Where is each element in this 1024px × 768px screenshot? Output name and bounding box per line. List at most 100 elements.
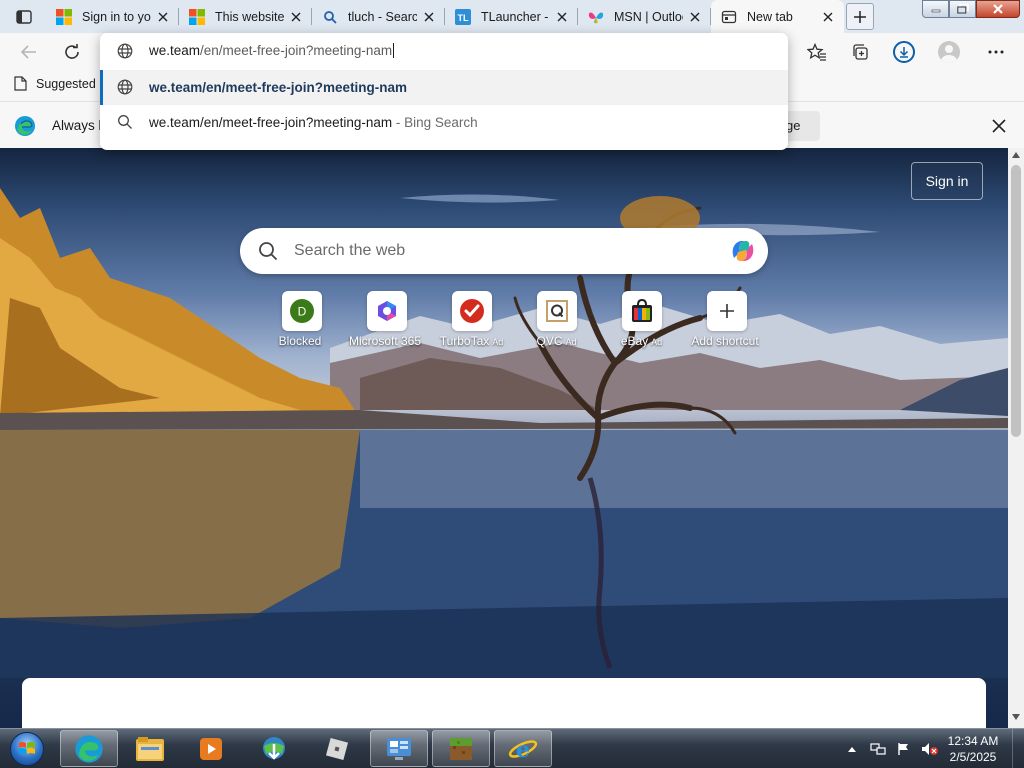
shortcut-label: Microsoft 365: [348, 334, 422, 348]
downloads-button[interactable]: [889, 38, 919, 66]
new-tab-page: Sign in D Blocked Microsoft 365 TurboTax…: [0, 148, 1008, 728]
taskbar-edge[interactable]: [60, 730, 118, 767]
settings-and-more-button[interactable]: [981, 38, 1011, 66]
search-icon: [116, 113, 134, 131]
tab-msn[interactable]: MSN | Outlook: [578, 0, 711, 33]
avatar: [938, 41, 960, 63]
msn-butterfly-icon: [588, 9, 604, 25]
back-button[interactable]: [14, 38, 44, 66]
blocked-d-icon: D: [281, 291, 322, 331]
tab-tlauncher[interactable]: TL TLauncher -: [445, 0, 578, 33]
web-search-box[interactable]: [240, 228, 768, 274]
search-input[interactable]: [294, 240, 694, 262]
suggestion-text: we.team/en/meet-free-join?meeting-nam: [149, 80, 408, 95]
address-path: /en/meet-free-join?meeting-nam: [200, 43, 393, 58]
shortcut-label: QVC Ad: [536, 334, 577, 348]
info-bar-message: Always b: [52, 118, 107, 133]
start-button[interactable]: [2, 729, 52, 768]
scroll-up-icon[interactable]: [1012, 152, 1020, 158]
close-tab-icon[interactable]: [288, 9, 304, 25]
clock-date: 2/5/2025: [949, 750, 997, 764]
control-panel-icon: [387, 737, 411, 760]
tab-actions-menu-button[interactable]: [10, 7, 38, 27]
shortcut-label: TurboTax Ad: [439, 334, 504, 348]
taskbar: e 12:34 AM 2/5/2025: [0, 728, 1024, 768]
refresh-icon: [65, 44, 79, 59]
tab-sign-in[interactable]: Sign in to your account: [46, 0, 179, 33]
svg-text:TL: TL: [458, 13, 469, 23]
taskbar-media-player[interactable]: [182, 730, 240, 767]
action-center-flag-icon[interactable]: [892, 737, 916, 761]
globe-icon: [116, 78, 134, 96]
favorite-suggested-sites[interactable]: Suggested: [14, 76, 96, 91]
scroll-thumb[interactable]: [1011, 165, 1021, 437]
sign-in-button[interactable]: Sign in: [911, 162, 983, 200]
address-bar[interactable]: we.team/en/meet-free-join?meeting-nam: [100, 33, 788, 70]
search-icon: [322, 9, 338, 25]
collections-icon: [853, 44, 868, 60]
close-info-bar-button[interactable]: [988, 115, 1010, 137]
suggestion-url[interactable]: we.team/en/meet-free-join?meeting-nam: [100, 70, 788, 105]
shortcut-label: Add shortcut: [691, 334, 759, 348]
suggestion-source: - Bing Search: [395, 115, 478, 130]
text-caret: [393, 43, 395, 58]
shortcut-turbotax[interactable]: TurboTax Ad: [429, 291, 514, 348]
ebay-icon: [621, 291, 662, 331]
page-scrollbar[interactable]: [1008, 148, 1024, 728]
address-bar-dropdown: we.team/en/meet-free-join?meeting-nam we…: [100, 33, 788, 150]
page-icon: [14, 76, 27, 91]
close-tab-icon[interactable]: [554, 9, 570, 25]
sign-in-label: Sign in: [925, 173, 969, 189]
close-tab-icon[interactable]: [421, 9, 437, 25]
shortcut-blocked[interactable]: D Blocked: [259, 291, 344, 348]
scroll-down-icon[interactable]: [1012, 714, 1020, 720]
edge-icon: [75, 734, 103, 763]
window-controls: [922, 0, 1020, 18]
news-feed-panel[interactable]: [22, 678, 986, 728]
newtab-icon: [721, 9, 737, 25]
turbotax-icon: [451, 291, 492, 331]
show-hidden-icons-button[interactable]: [840, 737, 864, 761]
minimize-button[interactable]: [922, 0, 949, 18]
tab-search[interactable]: tluch - Search: [312, 0, 445, 33]
shortcut-ebay[interactable]: eBay Ad: [599, 291, 684, 348]
file-explorer-icon: [136, 736, 164, 761]
new-tab-button[interactable]: [846, 3, 874, 30]
shortcut-qvc[interactable]: QVC Ad: [514, 291, 599, 348]
restore-icon: [956, 4, 969, 14]
shortcut-microsoft-365[interactable]: Microsoft 365: [344, 291, 429, 348]
profile-button[interactable]: [934, 38, 964, 66]
collections-button[interactable]: [845, 38, 875, 66]
taskbar-internet-explorer[interactable]: e: [494, 730, 552, 767]
tab-title: TLauncher -: [481, 9, 549, 24]
address-input[interactable]: we.team/en/meet-free-join?meeting-nam: [149, 43, 395, 58]
close-icon: [993, 4, 1003, 14]
close-tab-icon[interactable]: [820, 9, 836, 25]
taskbar-file-explorer[interactable]: [121, 730, 179, 767]
close-window-button[interactable]: [976, 0, 1020, 18]
tab-new-tab[interactable]: New tab: [711, 0, 844, 33]
tab-title: This website: [215, 9, 284, 24]
shortcut-label: eBay Ad: [620, 334, 663, 348]
suggestion-bing-search[interactable]: we.team/en/meet-free-join?meeting-nam - …: [100, 105, 788, 140]
copilot-icon[interactable]: [728, 236, 758, 266]
shortcut-add[interactable]: Add shortcut: [684, 291, 769, 348]
tab-this-website[interactable]: This website: [179, 0, 312, 33]
close-tab-icon[interactable]: [155, 9, 171, 25]
taskbar-internet-download-manager[interactable]: [245, 730, 303, 767]
taskbar-control-panel[interactable]: [370, 730, 428, 767]
favorites-star-icon: [807, 43, 826, 61]
address-host: we.team: [149, 43, 201, 58]
close-tab-icon[interactable]: [687, 9, 703, 25]
taskbar-roblox[interactable]: [308, 730, 366, 767]
restore-button[interactable]: [949, 0, 976, 18]
system-clock[interactable]: 12:34 AM 2/5/2025: [938, 733, 1008, 765]
search-icon: [259, 242, 278, 261]
show-desktop-button[interactable]: [1012, 729, 1024, 768]
network-icon[interactable]: [866, 737, 890, 761]
favorites-button[interactable]: [802, 38, 832, 66]
shortcut-label: Blocked: [278, 334, 322, 348]
minecraft-icon: [450, 737, 472, 760]
refresh-button[interactable]: [57, 38, 87, 66]
taskbar-minecraft[interactable]: [432, 730, 490, 767]
